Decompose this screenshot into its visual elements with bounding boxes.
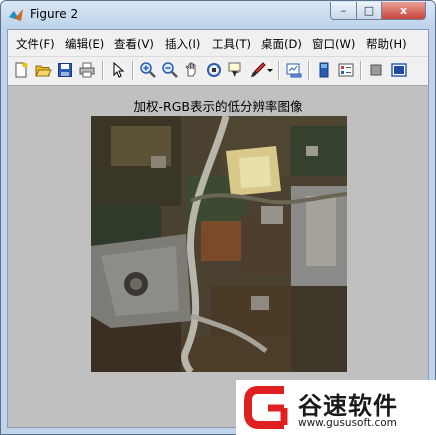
hide-plot-tools-icon[interactable]: [367, 61, 385, 79]
menu-edit[interactable]: 编辑(E): [65, 36, 104, 52]
close-button[interactable]: x: [381, 2, 426, 20]
low-resolution-rgb-image[interactable]: [91, 116, 347, 372]
rotate-3d-icon[interactable]: [205, 61, 223, 79]
toolbar-separator: [360, 61, 362, 80]
edit-plot-icon[interactable]: [109, 61, 127, 79]
figure-client-area: 文件(F) 编辑(E) 查看(V) 插入(I) 工具(T) 桌面(D) 窗口(W…: [7, 29, 429, 428]
link-plot-icon[interactable]: [285, 61, 303, 79]
new-figure-icon[interactable]: [12, 61, 30, 79]
toolbar-separator: [308, 61, 310, 80]
close-icon: x: [399, 4, 408, 17]
menu-tools[interactable]: 工具(T): [212, 36, 251, 52]
title-bar[interactable]: Figure 2 – □ x: [1, 1, 435, 29]
window-title: Figure 2: [30, 7, 79, 21]
menu-bar: 文件(F) 编辑(E) 查看(V) 插入(I) 工具(T) 桌面(D) 窗口(W…: [8, 30, 428, 57]
watermark: 谷速软件 www.gususoft.com: [236, 380, 436, 435]
menu-help[interactable]: 帮助(H): [366, 36, 407, 52]
zoom-in-icon[interactable]: [139, 61, 157, 79]
insert-colorbar-icon[interactable]: [315, 61, 333, 79]
figure-toolbar: [8, 57, 428, 86]
watermark-name: 谷速软件: [298, 392, 398, 420]
gususoft-logo-icon: [244, 384, 294, 430]
menu-window[interactable]: 窗口(W): [312, 36, 355, 52]
minimize-icon: –: [340, 4, 347, 17]
zoom-out-icon[interactable]: [161, 61, 179, 79]
menu-desktop[interactable]: 桌面(D): [261, 36, 302, 52]
open-file-icon[interactable]: [34, 61, 52, 79]
brush-icon[interactable]: [249, 61, 267, 79]
save-figure-icon[interactable]: [56, 61, 74, 79]
matlab-icon: [8, 7, 24, 23]
menu-view[interactable]: 查看(V): [114, 36, 154, 52]
minimize-button[interactable]: –: [330, 2, 357, 20]
toolbar-separator: [102, 61, 104, 80]
menu-insert[interactable]: 插入(I): [165, 36, 200, 52]
show-plot-tools-icon[interactable]: [390, 61, 408, 79]
pan-icon[interactable]: [183, 61, 201, 79]
brush-dropdown-icon[interactable]: [266, 61, 274, 79]
data-cursor-icon[interactable]: [227, 61, 245, 79]
menu-file[interactable]: 文件(F): [16, 36, 55, 52]
maximize-icon: □: [363, 4, 375, 17]
maximize-button[interactable]: □: [356, 2, 382, 20]
toolbar-separator: [278, 61, 280, 80]
watermark-url: www.gususoft.com: [298, 417, 397, 429]
figure-window: Figure 2 – □ x 文件(F) 编辑(E) 查看(V) 插入(I) 工…: [0, 0, 436, 435]
figure-canvas[interactable]: 加权-RGB表示的低分辨率图像: [8, 86, 428, 427]
print-figure-icon[interactable]: [78, 61, 96, 79]
toolbar-separator: [132, 61, 134, 80]
axes-title: 加权-RGB表示的低分辨率图像: [133, 99, 303, 114]
insert-legend-icon[interactable]: [337, 61, 355, 79]
